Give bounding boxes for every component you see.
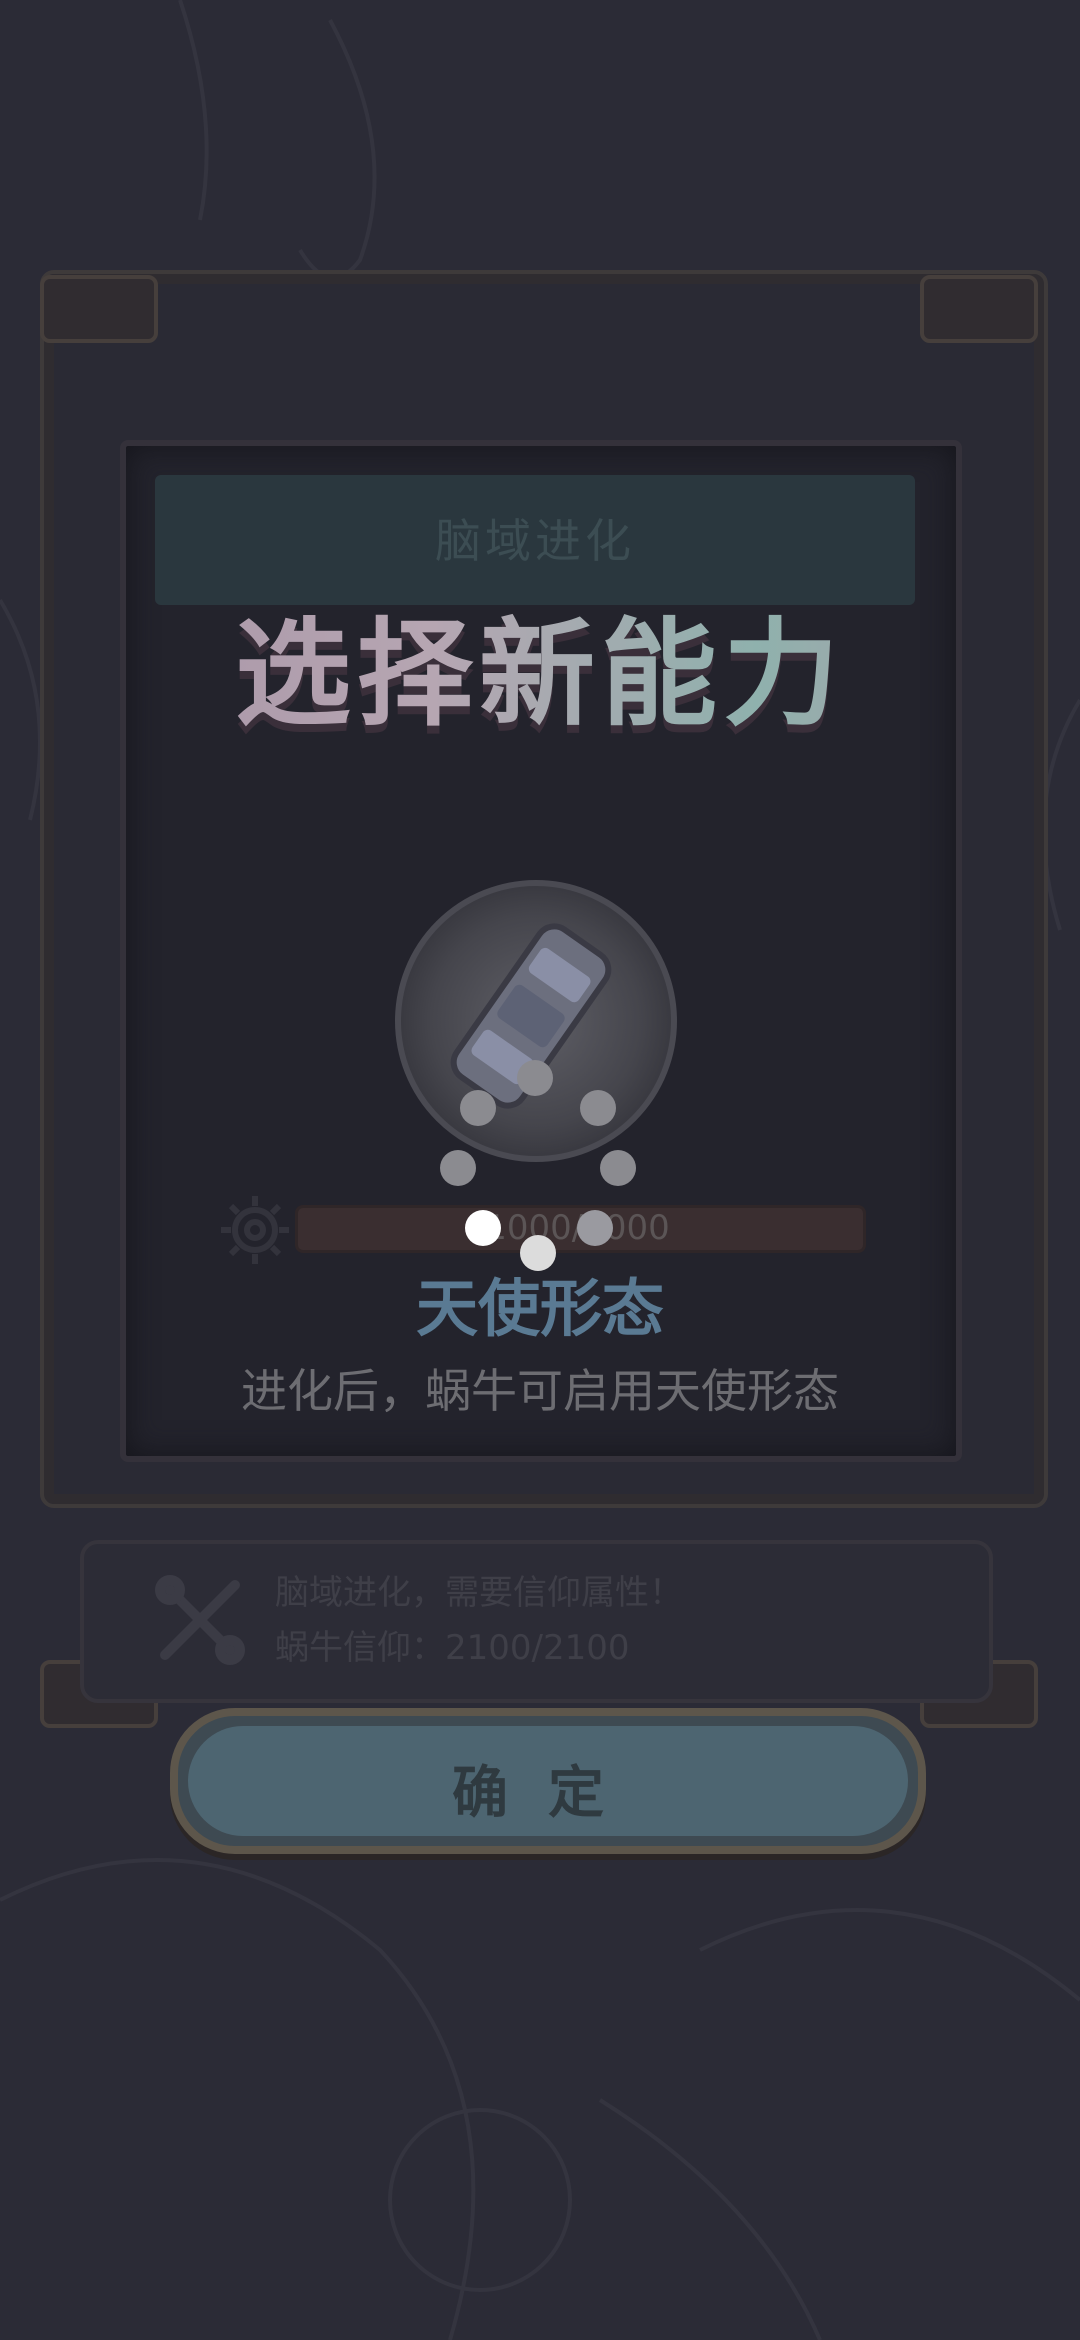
frame-corner-tl xyxy=(40,275,158,343)
confirm-button-label: 确定 xyxy=(452,1761,644,1826)
requirement-text: 脑域进化，需要信仰属性！ xyxy=(275,1573,683,1613)
loading-spinner-icon xyxy=(420,1060,650,1290)
wrench-icon xyxy=(155,1575,245,1665)
main-title: 选择新能力 xyxy=(0,580,1080,748)
faith-value-text: 蜗牛信仰：2100/2100 xyxy=(275,1628,630,1668)
header-title: 脑域进化 xyxy=(435,514,635,568)
ability-name: 天使形态 xyxy=(415,1272,664,1345)
confirm-button[interactable]: 确定 xyxy=(170,1708,926,1854)
frame-corner-tr xyxy=(920,275,1038,343)
ability-description: 进化后，蜗牛可启用天使形态 xyxy=(241,1364,839,1418)
